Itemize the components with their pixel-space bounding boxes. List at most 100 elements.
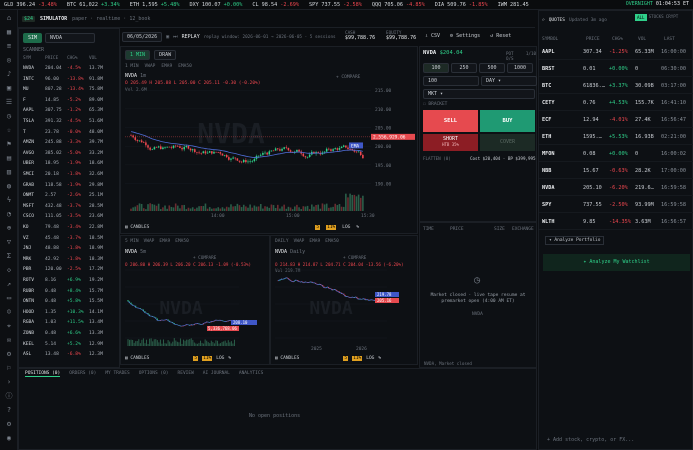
small-chart-2-canvas[interactable]: NVDA 219.78205.16 2025 2026 — [271, 250, 419, 355]
candles-toggle[interactable]: ▤ CANDLES — [125, 225, 149, 230]
scanner-row[interactable]: RUBR 0.48 +8.4% 15.7M — [23, 286, 123, 297]
candles-toggle[interactable]: ▤ CANDLES — [125, 356, 149, 361]
home-icon[interactable]: ⌂ — [5, 14, 13, 22]
scanner-row[interactable]: T 23.78 -0.0% 48.0M — [23, 127, 123, 138]
subtab-ema9[interactable]: EMA9 — [159, 239, 170, 244]
watchlist-row[interactable]: ETH 1595.… +5.53% 16.93B 02:21:00 — [539, 129, 693, 145]
scanner-row[interactable]: TSLA 391.32 -4.5% 51.6M — [23, 116, 123, 127]
list-icon[interactable]: ≡ — [5, 42, 13, 50]
short-button[interactable]: SHORT HTB 35% — [423, 134, 478, 151]
lightning-icon[interactable]: ϟ — [5, 196, 13, 204]
qty-500[interactable]: 500 — [479, 63, 505, 73]
csv-button[interactable]: ⇩ CSV — [425, 33, 440, 39]
log-toggle[interactable]: LOG — [342, 225, 350, 230]
watchlist-row[interactable]: BTC 61836.… +3.37% 30.09B 03:17:00 — [539, 78, 693, 94]
scanner-row[interactable]: MU 807.28 -13.4% 75.8M — [23, 84, 123, 95]
terminal-icon[interactable]: › — [5, 378, 13, 386]
scanner-row[interactable]: KO 79.48 -3.4% 22.8M — [23, 222, 123, 233]
scanner-row[interactable]: AAPL 307.75 -1.2% 65.3M — [23, 105, 123, 116]
chat-icon[interactable]: ✉ — [5, 336, 13, 344]
watchlist-row[interactable]: NVDA 205.10 -6.20% 219.6… 16:59:58 — [539, 180, 693, 196]
scanner-row[interactable]: VZ 45.48 -3.7% 18.5M — [23, 233, 123, 244]
subtab-vwap[interactable]: VWAP — [144, 239, 155, 244]
scanner-row[interactable]: UBER 18.95 -1.9% 18.6M — [23, 158, 123, 169]
scale-5[interactable]: 5 — [193, 356, 199, 361]
qty-100[interactable]: 100 — [423, 63, 449, 73]
scanner-row[interactable]: ONMT 2.57 -2.6% 25.1M — [23, 190, 123, 201]
ticker-item[interactable]: IWM 281.45 — [498, 2, 532, 8]
gem-icon[interactable]: ◇ — [5, 266, 13, 274]
settings-button[interactable]: ⚙ Settings — [450, 33, 480, 39]
scale-pct[interactable]: 11% — [202, 356, 213, 361]
filter-icon[interactable]: ▽ — [5, 238, 13, 246]
map-icon[interactable]: ⌖ — [5, 322, 13, 330]
scanner-row[interactable]: MSFT 432.48 -3.7% 28.5M — [23, 201, 123, 212]
log-toggle[interactable]: LOG — [366, 356, 374, 361]
subtab-ema50[interactable]: EMA50 — [178, 64, 192, 69]
flatten-button[interactable]: FLATTEN (0) — [423, 156, 451, 161]
reset-button[interactable]: ↺ Reset — [490, 33, 511, 39]
candles-toggle[interactable]: ▤ CANDLES — [275, 356, 299, 361]
scanner-row[interactable]: HOOD 1.35 +10.3% 14.1M — [23, 307, 123, 318]
pct-toggle[interactable]: % — [356, 225, 359, 230]
scanner-row[interactable]: GRAB 118.58 -1.9% 29.8M — [23, 180, 123, 191]
scanner-row[interactable]: JNJ 48.88 -1.8% 18.9M — [23, 243, 123, 254]
subtab-vwap[interactable]: VWAP — [294, 239, 305, 244]
scanner-row[interactable]: ONTN 0.48 +5.8% 15.5M — [23, 296, 123, 307]
scanner-row[interactable]: AMZN 245.88 -3.3% 39.7M — [23, 137, 123, 148]
timeframe-button[interactable]: 1 MIN — [125, 50, 151, 60]
ticker-item[interactable]: SPY 737.55 -2.58% — [309, 2, 362, 8]
analyze-watchlist-button[interactable]: ✦ Analyze My Watchlist — [543, 254, 690, 271]
scanner-row[interactable]: F 14.85 -5.2% 89.0M — [23, 95, 123, 106]
tab-my-trades[interactable]: MY TRADES — [105, 371, 129, 377]
bell-icon[interactable]: ♪ — [5, 70, 13, 78]
watchlist-row[interactable]: WLTH 9.85 -14.35% 3.63M 16:56:57 — [539, 214, 693, 230]
subtab-vwap[interactable]: VWAP — [145, 64, 156, 69]
tab-ai-journal[interactable]: AI JOURNAL — [203, 371, 230, 377]
ticker-item[interactable]: ETH 1,595 +5.48% — [130, 2, 180, 8]
grid-icon[interactable]: ▣ — [5, 84, 13, 92]
star-icon[interactable]: ☆ — [5, 126, 13, 134]
bookmark-icon[interactable]: ⚐ — [5, 364, 13, 372]
analyze-portfolio-button[interactable]: ✦ Analyze Portfolio — [545, 236, 605, 245]
symbol-input[interactable]: NVDA — [45, 33, 96, 43]
tab-analytics[interactable]: ANALYTICS — [239, 371, 263, 377]
watchlist-row[interactable]: BRST 0.01 +0.00% 0 06:30:00 — [539, 61, 693, 77]
skip-icon[interactable]: ⏭ — [173, 34, 178, 40]
bracket-checkbox[interactable]: ☐ BRACKET — [423, 102, 447, 107]
chart-icon[interactable]: ▦ — [5, 28, 13, 36]
date-picker[interactable]: 06/05/2026 — [122, 32, 163, 42]
scale-pct[interactable]: 11% — [326, 225, 337, 230]
ticker-item[interactable]: DIA 509.76 -1.85% — [435, 2, 488, 8]
sell-button[interactable]: SELL — [423, 110, 478, 132]
tab-sim[interactable]: SIM — [23, 33, 43, 43]
filter-crypto[interactable]: CRYPT — [666, 14, 679, 21]
scanner-row[interactable]: ZONB 0.48 +6.6% 13.3M — [23, 328, 123, 339]
ticker-item[interactable]: QQQ 705.06 -4.85% — [372, 2, 425, 8]
scale-5[interactable]: 5 — [315, 225, 321, 230]
ticker-item[interactable]: CL 98.54 -2.69% — [252, 2, 299, 8]
qty-1000[interactable]: 1000 — [507, 63, 533, 73]
trend-icon[interactable]: ↗ — [5, 280, 13, 288]
wallet-icon[interactable]: ▭ — [5, 294, 13, 302]
pct-toggle[interactable]: % — [228, 356, 231, 361]
flag-icon[interactable]: ⚑ — [5, 140, 13, 148]
tab-quotes[interactable]: QUOTES — [549, 18, 565, 23]
pie-icon[interactable]: ◔ — [5, 210, 13, 218]
scanner-row[interactable]: RGBA 1.03 +11.5% 13.4M — [23, 317, 123, 328]
small-chart-1-canvas[interactable]: NVDA 5,336,768.06208.10 — [121, 250, 271, 355]
order-type-select[interactable]: MKT ▾ — [423, 89, 535, 99]
ticker-item[interactable]: BTC 61,022 +3.34% — [67, 2, 120, 8]
news-icon[interactable]: ☰ — [5, 98, 13, 106]
qty-250[interactable]: 250 — [451, 63, 477, 73]
user-icon[interactable]: ◉ — [5, 434, 13, 442]
log-toggle[interactable]: LOG — [216, 356, 224, 361]
scale-5[interactable]: 5 — [343, 356, 349, 361]
help-icon[interactable]: ? — [5, 406, 13, 414]
watchlist-row[interactable]: AAPL 307.34 -1.25% 65.33M 16:00:00 — [539, 44, 693, 60]
filter-stocks[interactable]: STOCKS — [649, 14, 664, 21]
ticker-item[interactable]: DXY 100.07 +0.00% — [190, 2, 243, 8]
settings-icon[interactable]: ⚙ — [5, 420, 13, 428]
people-icon[interactable]: ☺ — [5, 308, 13, 316]
pct-toggle[interactable]: % — [378, 356, 381, 361]
